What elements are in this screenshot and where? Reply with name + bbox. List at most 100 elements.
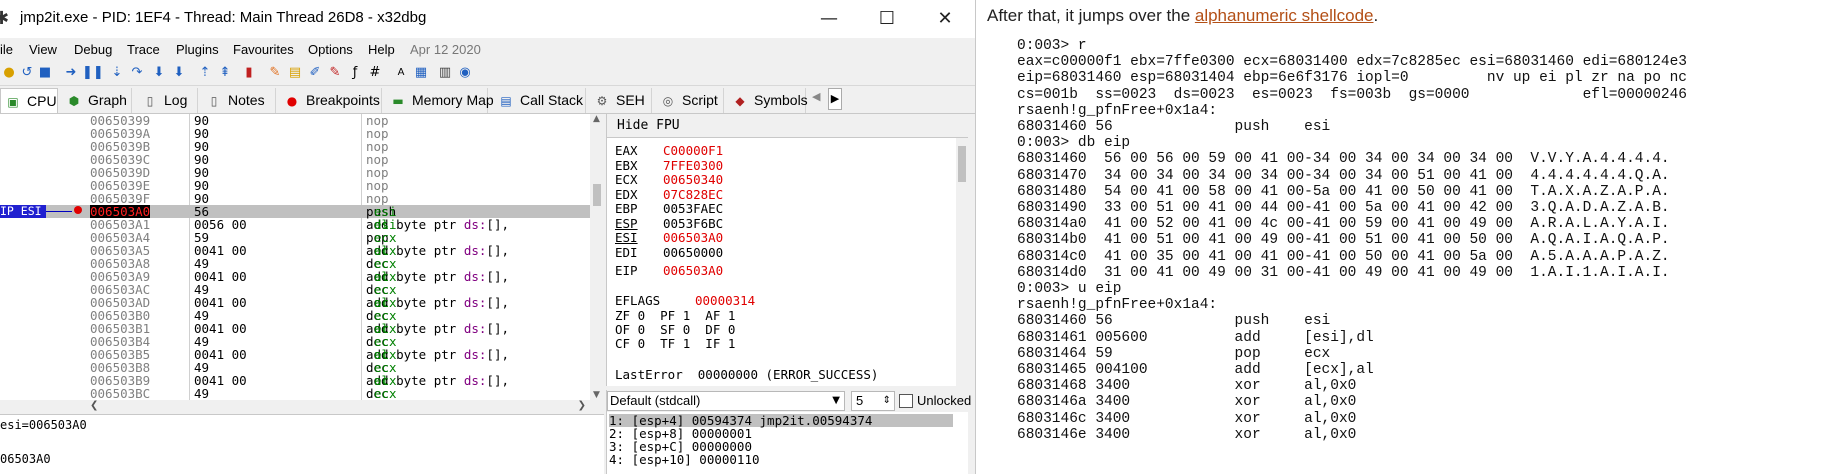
functions-icon[interactable]: ƒ <box>346 64 364 82</box>
menu-favourites[interactable]: Favourites <box>233 42 294 57</box>
shellcode-link[interactable]: alphanumeric shellcode <box>1195 6 1374 25</box>
register-eax[interactable]: EAX C00000F1 <box>615 144 723 158</box>
flags-row[interactable]: OF 0 SF 0 DF 0 <box>615 323 735 337</box>
disasm-row[interactable]: 006503A5 0041 00 add byte ptr ds:[ecx], al <box>0 244 590 258</box>
restart-icon[interactable]: ↺ <box>18 64 36 82</box>
minimize-button[interactable]: — <box>800 0 858 38</box>
disasm-row[interactable]: 0065039A 90 nop <box>0 127 590 140</box>
hide-fpu-button[interactable]: Hide FPU <box>607 114 968 138</box>
calculator-icon[interactable]: ▦ <box>412 64 430 82</box>
register-value: 00650000 <box>663 244 724 260</box>
menu-help[interactable]: Help <box>368 42 395 57</box>
stack-arguments[interactable]: 1: [esp+4] 00594374 jmp2it.00594374 2: [… <box>606 412 968 474</box>
menu-plugins[interactable]: Plugins <box>176 42 219 57</box>
scroll-thumb[interactable] <box>958 146 966 182</box>
flags-row[interactable]: ZF 0 PF 1 AF 1 <box>615 309 735 323</box>
argument-count-spinner[interactable]: 5 ⇕ <box>851 391 895 411</box>
disasm-row[interactable]: 006503AD 0041 00 add byte ptr ds:[ecx], al <box>0 296 590 310</box>
tab-call-stack[interactable]: ▤ Call Stack <box>494 88 586 113</box>
tab-breakpoints[interactable]: ● Breakpoints <box>280 88 382 113</box>
breakpoint-dot[interactable] <box>74 206 82 214</box>
bookmarks-icon[interactable]: ✎ <box>326 64 344 82</box>
patch-icon[interactable]: ✎ <box>266 64 284 82</box>
trace-over-icon[interactable]: ⬇ <box>170 64 188 82</box>
tab-script[interactable]: ◎ Script <box>656 88 724 113</box>
code-line: eax=c00000f1 ebx=7ffe0300 ecx=68031400 e… <box>1017 54 1688 71</box>
disassembly-scrollbar[interactable]: ▲ ▼ <box>590 114 604 400</box>
step-over-icon[interactable]: ↷ <box>128 64 146 82</box>
maximize-button[interactable]: ☐ <box>858 0 916 38</box>
tab-symbols[interactable]: ◆ Symbols <box>728 88 808 113</box>
disasm-row[interactable]: 00650399 90 nop <box>0 114 590 127</box>
notes-icon[interactable]: ▥ <box>436 64 454 82</box>
run-to-user-code-icon[interactable]: ⇞ <box>216 64 234 82</box>
tab-notes[interactable]: ▯ Notes <box>202 88 276 113</box>
tab-graph[interactable]: ⬢ Graph <box>62 88 132 113</box>
register-edx[interactable]: EDX 07C828EC <box>615 187 723 202</box>
disasm-row[interactable]: 0065039E 90 nop <box>0 179 590 192</box>
menu-options[interactable]: Options <box>308 42 353 57</box>
code-line: 680314d0 31 00 41 00 49 00 31 00-41 00 4… <box>1017 264 1670 281</box>
labels-icon[interactable]: ✐ <box>306 64 324 82</box>
disasm-instruction: dec ecx <box>366 386 397 401</box>
register-ebx[interactable]: EBX 7FFE0300 <box>615 158 723 173</box>
register-esp[interactable]: ESP 0053F6BC <box>615 216 723 231</box>
menu-debug[interactable]: Debug <box>74 42 112 57</box>
unlocked-checkbox[interactable] <box>899 394 913 408</box>
menu-file[interactable]: ile <box>0 42 13 57</box>
title-bar[interactable]: ✱ jmp2it.exe - PID: 1EF4 - Thread: Main … <box>0 0 975 38</box>
disasm-row[interactable]: 0065039C 90 nop <box>0 153 590 166</box>
register-eflags[interactable]: EFLAGS 00000314 <box>615 294 755 308</box>
disasm-row[interactable]: 006503A1 0056 00 add byte ptr ds:[esi], dl <box>0 218 590 232</box>
disasm-row[interactable]: 006503A9 0041 00 add byte ptr ds:[ecx], al <box>0 270 590 284</box>
scroll-down-icon[interactable]: ▼ <box>593 390 600 400</box>
step-into-icon[interactable]: ⇣ <box>108 64 126 82</box>
scroll-up-icon[interactable]: ▲ <box>593 114 600 124</box>
disasm-row[interactable]: 0065039D 90 nop <box>0 166 590 179</box>
disasm-row[interactable]: 0065039F 90 nop <box>0 192 590 205</box>
register-eip[interactable]: EIP 006503A0 <box>615 264 723 278</box>
horizontal-scrollbar[interactable]: ❮ ❯ <box>86 400 590 414</box>
scroll-right-icon[interactable]: ❯ <box>578 400 586 411</box>
code-line: 680314a0 41 00 52 00 41 00 4c 00-41 00 5… <box>1017 216 1670 233</box>
disasm-row[interactable]: 006503B5 0041 00 add byte ptr ds:[ecx], al <box>0 348 590 362</box>
register-ebp[interactable]: EBP 0053FAEC <box>615 202 723 216</box>
comments-icon[interactable]: ▤ <box>286 64 304 82</box>
stop-icon[interactable]: ■ <box>36 64 54 82</box>
stack-arg-row[interactable]: 4: [esp+10] 00000110 <box>609 453 760 466</box>
open-icon[interactable]: ● <box>0 64 18 82</box>
strings-icon[interactable]: A <box>392 64 410 82</box>
calling-convention-select[interactable]: Default (stdcall) ▼ <box>607 391 845 411</box>
run-icon[interactable]: ➜ <box>62 64 80 82</box>
tab-seh[interactable]: ⚙ SEH <box>590 88 652 113</box>
register-ecx[interactable]: ECX 00650340 <box>615 173 723 187</box>
close-button[interactable]: ✕ <box>916 0 974 38</box>
hash-icon[interactable]: # <box>366 64 384 82</box>
tab-log[interactable]: ▯ Log <box>138 88 198 113</box>
scroll-left-icon[interactable]: ❮ <box>90 400 98 411</box>
register-value: C00000F1 <box>663 143 724 158</box>
tab-memory-map[interactable]: ▬ Memory Map <box>386 88 494 113</box>
pause-icon[interactable]: ❚❚ <box>82 64 104 82</box>
tab-scroll-right-icon[interactable]: ▶ <box>828 88 842 110</box>
tab-scroll-left-icon[interactable]: ◀ <box>812 90 820 103</box>
menu-trace[interactable]: Trace <box>127 42 160 57</box>
register-esi[interactable]: ESI 006503A0 <box>615 231 723 245</box>
help-icon[interactable]: ◉ <box>456 64 474 82</box>
script-icon[interactable]: ▮ <box>240 64 258 82</box>
disasm-row[interactable]: 0065039B 90 nop <box>0 140 590 153</box>
scroll-thumb[interactable] <box>593 184 601 206</box>
disasm-row[interactable]: 006503B1 0041 00 add byte ptr ds:[ecx], al <box>0 322 590 336</box>
tab-cpu[interactable]: ▣ CPU <box>0 88 58 113</box>
disasm-row[interactable]: 006503BC 49 dec ecx <box>0 386 590 401</box>
register-edi[interactable]: EDI 00650000 <box>615 244 724 260</box>
build-date: Apr 12 2020 <box>410 42 481 57</box>
registers-scrollbar[interactable] <box>956 138 968 386</box>
execute-till-return-icon[interactable]: ⇡ <box>196 64 214 82</box>
disassembly-view[interactable]: 00650399 90 nop 0065039A 90 nop 0065039B 90 nop 0… <box>0 114 604 400</box>
disasm-row[interactable]: 006503B9 0041 00 add byte ptr ds:[ecx], al <box>0 374 590 388</box>
tab-bar: ▣ CPU ⬢ Graph ▯ Log ▯ Notes ● Breakpoints ▬ Me… <box>0 86 975 114</box>
trace-into-icon[interactable]: ⬇ <box>150 64 168 82</box>
flags-row[interactable]: CF 0 TF 1 IF 1 <box>615 337 735 351</box>
menu-view[interactable]: View <box>29 42 57 57</box>
